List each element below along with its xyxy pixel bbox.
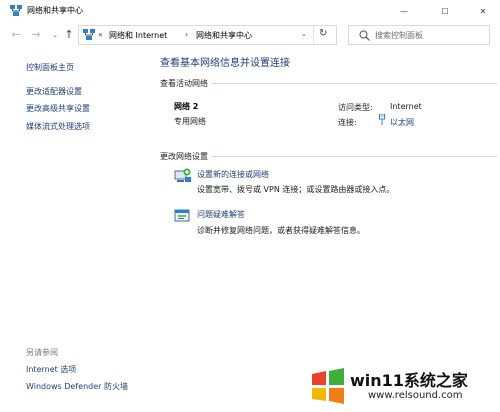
set-up-new-connection-description: 设置宽带、拨号或 VPN 连接；或设置路由器或接入点。 (197, 185, 395, 194)
ethernet-connection-link[interactable]: 以太网 (390, 117, 414, 128)
watermark-url: www.relsound.com (368, 390, 463, 401)
section-divider (212, 156, 497, 157)
close-button[interactable]: ✕ (466, 0, 500, 22)
windows-logo-icon (310, 368, 346, 404)
section-divider (212, 83, 497, 84)
network-location-icon (83, 29, 95, 41)
back-arrow-icon[interactable]: ← (9, 28, 23, 42)
breadcrumb-network-internet[interactable]: 网络和 Internet (109, 30, 167, 41)
search-icon (359, 30, 370, 41)
troubleshoot-icon (174, 208, 192, 224)
forward-arrow-icon[interactable]: → (29, 28, 43, 42)
sidebar: 控制面板主页 更改适配器设置 更改高级共享设置 媒体流式处理选项 另请参阅 In… (0, 50, 150, 412)
network-name: 网络 2 (174, 102, 199, 111)
breadcrumb-separator-icon[interactable]: › (185, 30, 188, 39)
sidebar-item-control-panel-home[interactable]: 控制面板主页 (26, 62, 74, 73)
recent-locations-chevron-icon[interactable]: ⌄ (48, 28, 62, 42)
up-arrow-icon[interactable]: ↑ (62, 28, 76, 42)
breadcrumb-overflow[interactable]: « (98, 30, 103, 39)
search-input[interactable]: 搜索控制面板 (348, 25, 490, 45)
access-type-label: 访问类型: (338, 103, 373, 112)
maximize-button[interactable]: ☐ (428, 0, 462, 22)
connections-label: 连接: (338, 118, 357, 127)
see-also-heading: 另请参阅 (26, 348, 58, 357)
sidebar-item-media-streaming-options[interactable]: 媒体流式处理选项 (26, 121, 90, 132)
see-also-defender-firewall-link[interactable]: Windows Defender 防火墙 (26, 381, 128, 392)
sidebar-item-change-adapter-settings[interactable]: 更改适配器设置 (26, 86, 82, 97)
title-bar: 网络和共享中心 — ☐ ✕ (0, 0, 500, 22)
active-networks-heading: 查看活动网络 (160, 79, 208, 88)
main-content: 查看基本网络信息并设置连接 查看活动网络 网络 2 专用网络 访问类型: Int… (150, 50, 500, 412)
window-title: 网络和共享中心 (27, 6, 83, 15)
address-bar[interactable]: « 网络和 Internet › 网络和共享中心 ⌄ ↻ (78, 25, 337, 45)
sidebar-item-advanced-sharing-settings[interactable]: 更改高级共享设置 (26, 103, 90, 114)
refresh-icon[interactable]: ↻ (319, 28, 327, 39)
address-divider (313, 26, 314, 44)
site-watermark: win11系统之家 www.relsound.com (310, 362, 500, 412)
watermark-brand: win11系统之家 (350, 371, 468, 390)
ethernet-icon (378, 113, 386, 126)
set-up-new-connection-link[interactable]: 设置新的连接或网络 (197, 169, 269, 180)
new-connection-icon (174, 168, 192, 184)
minimize-button[interactable]: — (387, 0, 421, 22)
access-type-value: Internet (390, 102, 422, 111)
network-type: 专用网络 (174, 117, 206, 126)
troubleshoot-problems-link[interactable]: 问题疑难解答 (197, 209, 245, 220)
page-title: 查看基本网络信息并设置连接 (160, 58, 290, 69)
search-placeholder: 搜索控制面板 (375, 31, 423, 40)
address-dropdown-icon[interactable]: ⌄ (301, 30, 307, 38)
see-also-internet-options-link[interactable]: Internet 选项 (26, 364, 76, 375)
troubleshoot-problems-description: 诊断并修复网络问题，或者获得疑难解答信息。 (197, 226, 365, 235)
change-network-settings-heading: 更改网络设置 (160, 152, 208, 161)
network-center-icon (10, 5, 22, 17)
breadcrumb-network-sharing-center[interactable]: 网络和共享中心 (196, 30, 252, 41)
